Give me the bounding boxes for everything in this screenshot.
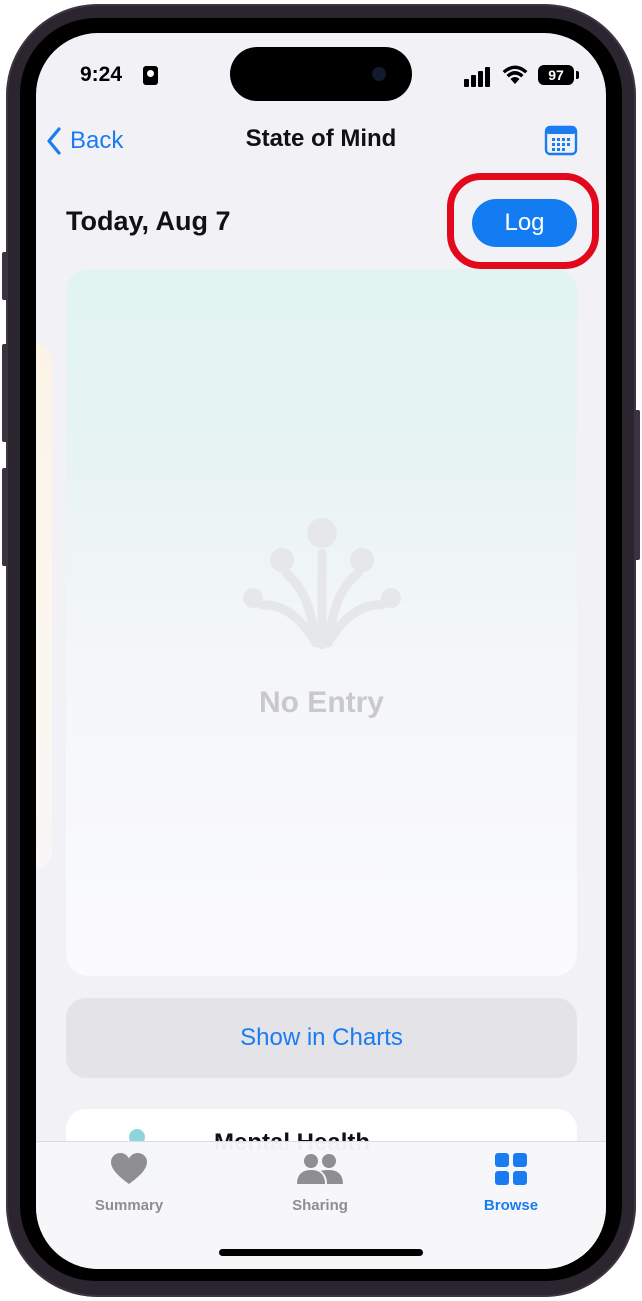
action-button: [2, 252, 8, 300]
camera-icon: [372, 67, 386, 81]
highlight-annotation: [447, 173, 599, 269]
home-indicator: [219, 1249, 423, 1256]
tab-browse[interactable]: Browse: [456, 1152, 566, 1214]
date-heading: Today, Aug 7: [66, 206, 231, 236]
battery-level: 97: [538, 65, 574, 85]
state-of-mind-card[interactable]: No Entry: [66, 269, 577, 976]
contact-card-icon: [143, 66, 158, 85]
wifi-icon: [502, 65, 528, 84]
show-in-charts-button[interactable]: Show in Charts: [66, 998, 577, 1078]
volume-up-button: [2, 344, 8, 442]
power-button: [634, 410, 640, 560]
heart-icon: [111, 1153, 147, 1184]
calendar-icon[interactable]: [544, 124, 578, 156]
tab-sharing[interactable]: Sharing: [265, 1152, 375, 1214]
tab-summary-label: Summary: [94, 1197, 164, 1214]
screen: 9:24 97 Back State of Mind Today, Aug 7 …: [36, 33, 606, 1269]
previous-day-card[interactable]: [36, 343, 52, 871]
dynamic-island: [230, 47, 412, 101]
page-title: State of Mind: [245, 125, 397, 152]
tab-sharing-label: Sharing: [292, 1197, 348, 1214]
tab-browse-label: Browse: [483, 1197, 539, 1214]
status-time: 9:24: [80, 63, 123, 86]
volume-down-button: [2, 468, 8, 566]
state-of-mind-icon: [243, 518, 401, 650]
grid-icon: [495, 1153, 527, 1185]
no-entry-label: No Entry: [258, 686, 384, 719]
battery-icon: [576, 71, 579, 79]
tab-summary[interactable]: Summary: [74, 1152, 184, 1214]
people-icon: [297, 1154, 343, 1184]
